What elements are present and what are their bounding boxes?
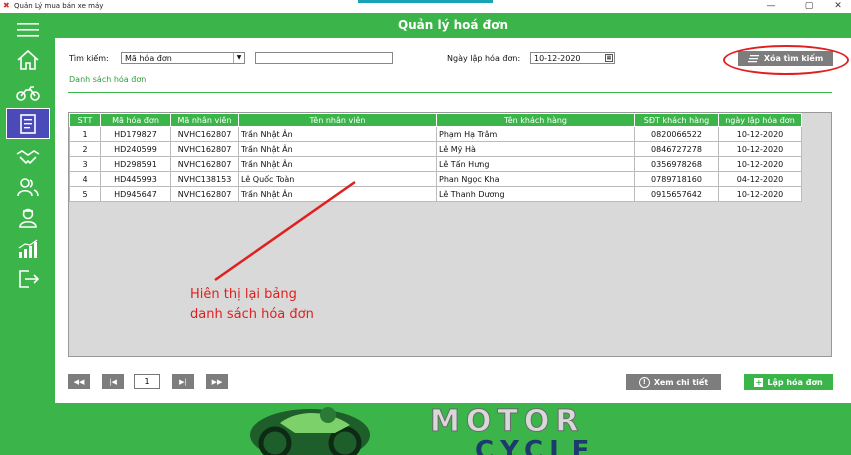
- motorcycle-logo: MOTOR CYCLE: [250, 404, 595, 455]
- annotation-line-2: danh sách hóa đơn: [190, 307, 314, 322]
- view-detail-button[interactable]: ! Xem chi tiết: [626, 374, 721, 390]
- annotation-text: Hiên thị lại bảng danh sách hóa đơn: [190, 285, 314, 325]
- logo-text-top: MOTOR: [430, 404, 584, 439]
- last-page-button[interactable]: ▶▶: [206, 374, 228, 389]
- annotation-line-1: Hiên thị lại bảng: [190, 287, 297, 302]
- create-invoice-button[interactable]: + Lập hóa đơn: [744, 374, 833, 390]
- create-invoice-label: Lập hóa đơn: [767, 377, 823, 387]
- info-icon: !: [638, 376, 650, 388]
- logo-text-bottom: CYCLE: [475, 436, 595, 455]
- page-number-input[interactable]: 1: [134, 374, 160, 389]
- annotation-arrow: [214, 180, 356, 282]
- add-document-icon: +: [754, 377, 764, 387]
- view-detail-label: Xem chi tiết: [653, 377, 709, 387]
- prev-page-button[interactable]: |◀: [102, 374, 124, 389]
- next-page-button[interactable]: ▶|: [172, 374, 194, 389]
- first-page-button[interactable]: ◀◀: [68, 374, 90, 389]
